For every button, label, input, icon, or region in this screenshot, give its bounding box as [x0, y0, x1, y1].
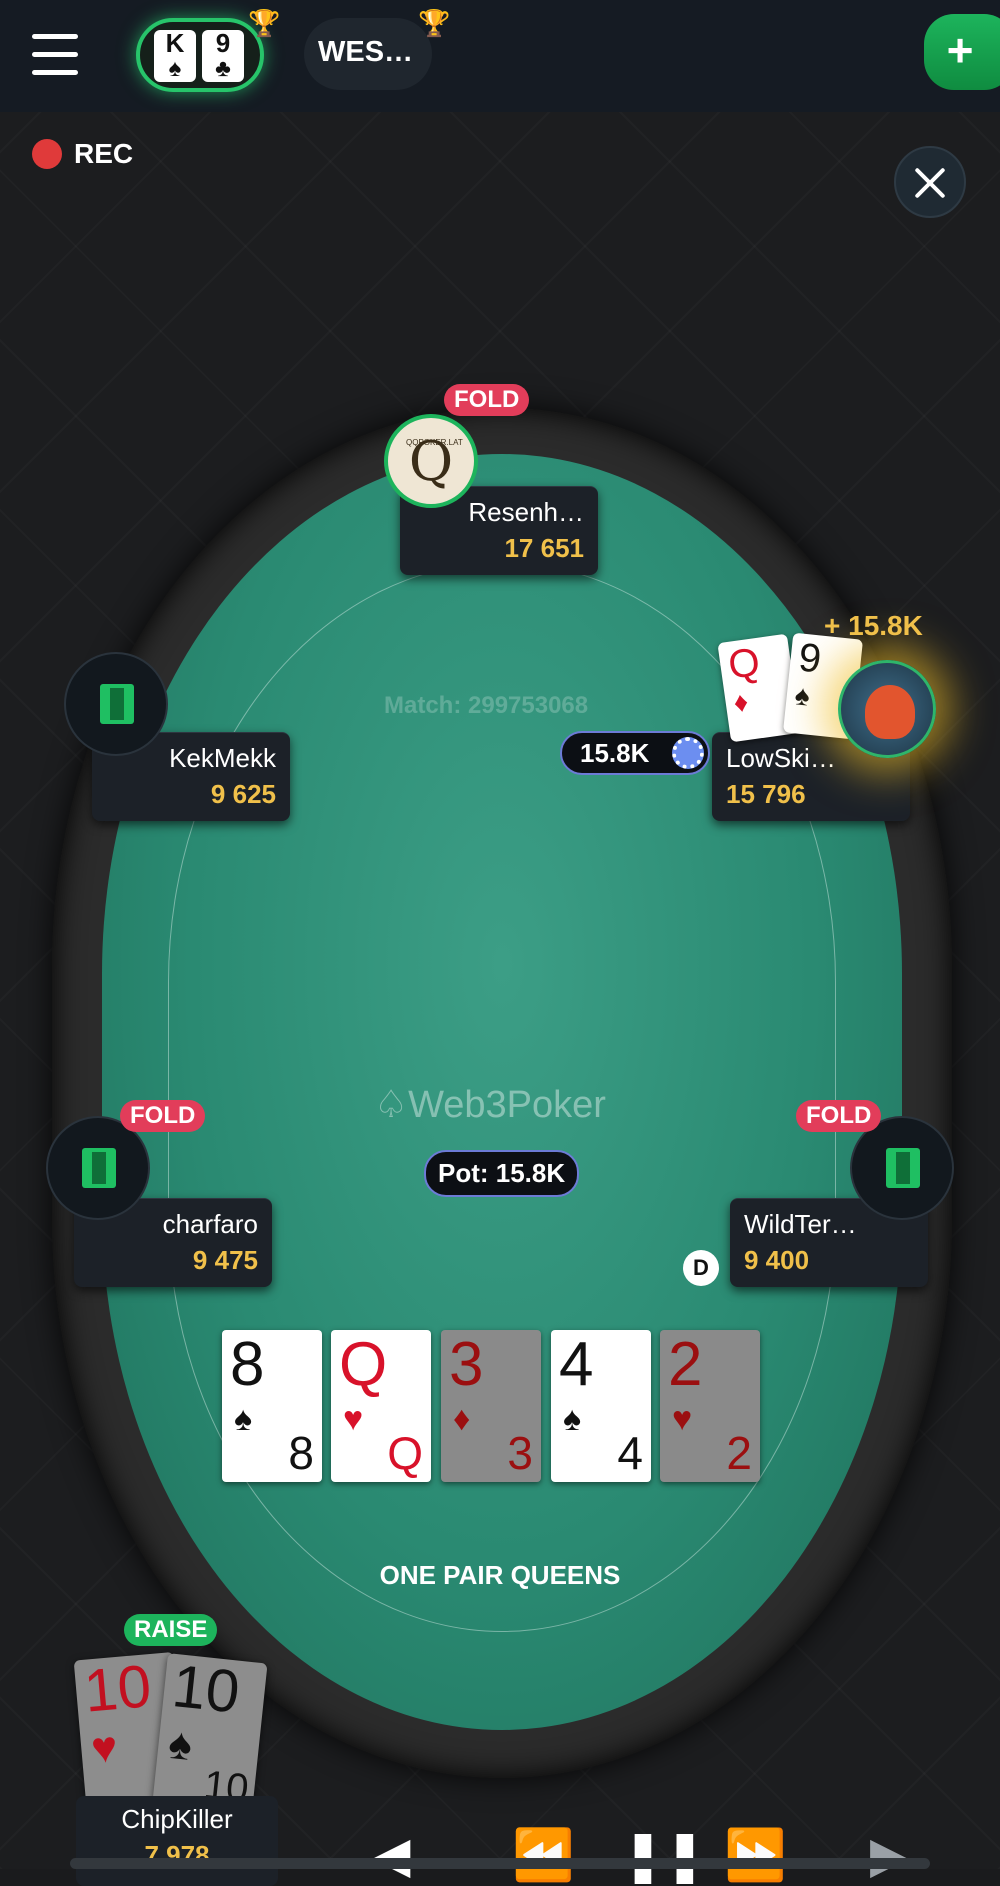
- chip-icon: [672, 737, 704, 769]
- trophy-icon: 🏆: [248, 8, 281, 38]
- skip-start-icon[interactable]: ◀: [372, 1826, 410, 1884]
- pot-label: Pot: 15.8K: [424, 1150, 580, 1197]
- web3poker-logo: ♤Web3Poker: [374, 1084, 606, 1126]
- board-card: Q ♥ Q: [331, 1330, 431, 1482]
- table-tab[interactable]: WES…: [304, 18, 432, 90]
- door-icon: [82, 1148, 116, 1188]
- top-bar: K ♠ 9 ♣ 🏆 WES… 🏆 +: [0, 0, 1000, 112]
- sitout-avatar: [64, 652, 168, 756]
- player-name: charfaro: [162, 1209, 258, 1239]
- player-name: ChipKiller: [121, 1804, 233, 1834]
- player-name: WildTer…: [744, 1209, 857, 1239]
- fold-badge: FOLD: [120, 1100, 206, 1132]
- tab-card: K ♠: [154, 30, 196, 82]
- fold-badge: FOLD: [796, 1100, 882, 1132]
- record-dot-icon: [32, 139, 62, 169]
- table-tab-active[interactable]: K ♠ 9 ♣: [136, 18, 264, 92]
- board-card: 2 ♥ 2: [660, 1330, 760, 1482]
- hand-result: ONE PAIR QUEENS: [379, 1560, 621, 1590]
- recording-indicator: REC: [32, 138, 133, 170]
- player-name: LowSki…: [726, 743, 836, 773]
- add-table-button[interactable]: +: [924, 14, 1000, 90]
- tab-card: 9 ♣: [202, 30, 244, 82]
- board-card: 8 ♠ 8: [222, 1330, 322, 1482]
- close-button[interactable]: [894, 146, 966, 218]
- hamburger-menu-icon[interactable]: [32, 34, 78, 78]
- match-id: Match: 299753068: [384, 692, 589, 719]
- player-avatar: QQPOKER.LAT Q: [384, 414, 478, 508]
- dealer-button: D: [683, 1250, 719, 1286]
- raise-badge: RAISE: [124, 1614, 218, 1646]
- board-card: 4 ♠ 4: [551, 1330, 651, 1482]
- player-name: KekMekk: [169, 743, 276, 773]
- player-stack: 17 651: [504, 533, 584, 563]
- pause-icon[interactable]: ❚❚: [622, 1826, 706, 1884]
- door-icon: [100, 684, 134, 724]
- hero-card: 10 ♠ 10: [152, 1652, 268, 1813]
- player-stack: 9 625: [210, 779, 276, 809]
- fast-forward-icon[interactable]: ⏩: [724, 1826, 786, 1885]
- hero-seat[interactable]: ChipKiller 7 978: [76, 1796, 278, 1886]
- player-stack: 15 796: [726, 779, 806, 809]
- board-card: 3 ♦ 3: [441, 1330, 541, 1482]
- replay-progress-bar[interactable]: [70, 1858, 930, 1869]
- win-amount: + 15.8K: [824, 610, 923, 641]
- bet-amount: 15.8K: [560, 731, 710, 775]
- shrimp-avatar: [838, 660, 936, 758]
- door-icon: [886, 1148, 920, 1188]
- skip-end-icon[interactable]: ▶: [870, 1826, 908, 1884]
- rewind-icon[interactable]: ⏪: [512, 1826, 574, 1885]
- player-name: Resenh…: [468, 497, 584, 527]
- trophy-icon: 🏆: [418, 8, 451, 38]
- player-stack: 9 475: [192, 1245, 258, 1275]
- player-stack: 9 400: [744, 1245, 810, 1275]
- fold-badge: FOLD: [444, 384, 530, 416]
